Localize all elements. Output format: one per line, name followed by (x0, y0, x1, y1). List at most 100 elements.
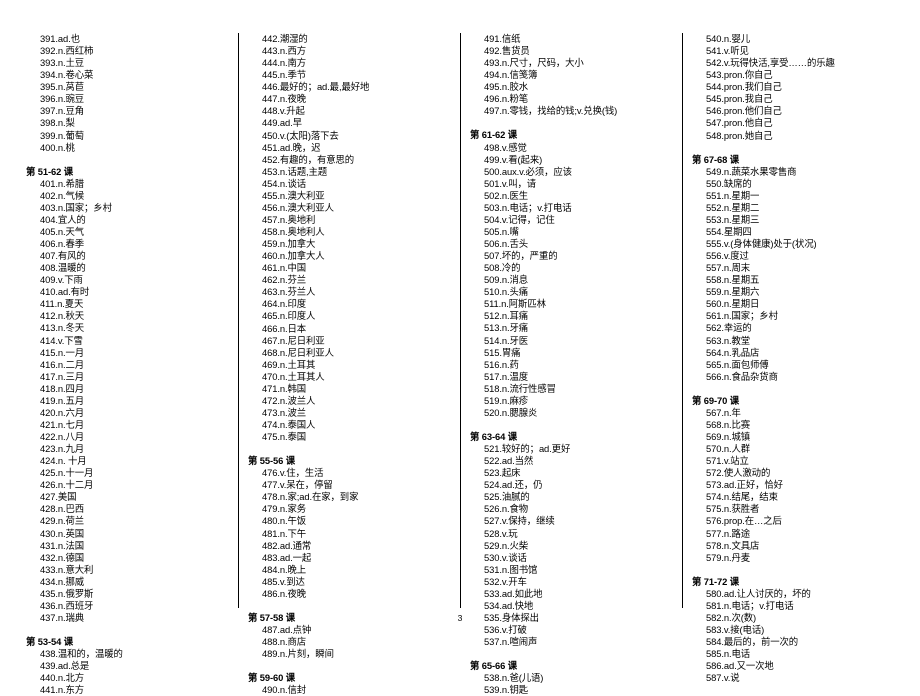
vocab-entry: 407.有风的 (40, 250, 86, 262)
vocab-entry: 506.n.舌头 (484, 238, 529, 250)
vocab-entry: 391.ad.也 (40, 33, 80, 44)
vocab-entry: 528.v.玩 (484, 527, 518, 539)
vocab-entry: 418.n.四月 (40, 382, 85, 394)
vocab-entry: 492.售货员 (484, 45, 530, 57)
vocab-entry: 460.n.加拿大人 (262, 250, 325, 262)
vocab-entry: 540.n.婴儿 (706, 33, 751, 44)
vocab-entry: 425.n.十一月 (40, 467, 94, 479)
vocab-entry: 400.n.桃 (40, 141, 75, 153)
vocab-entry: 586.ad.又一次地 (706, 660, 774, 672)
page-number: 3 (457, 613, 463, 623)
vocab-entry: 488.n.商店 (262, 636, 307, 648)
vocab-entry: 414.v.下雪 (40, 334, 83, 346)
vocab-entry: 550.缺席的 (706, 177, 752, 189)
vocab-entry: 458.n.奥地利人 (262, 226, 325, 237)
vocab-entry: 529.n.火柴 (484, 539, 529, 551)
vocab-entry: 447.n.夜晚 (262, 93, 307, 105)
vocab-entry: 520.n.腮腺炎 (484, 406, 538, 418)
vocab-entry: 484.n.晚上 (262, 563, 307, 575)
vocab-entry: 427.美国 (40, 491, 77, 503)
vocab-entry: 429.n.荷兰 (40, 515, 85, 527)
vocab-entry: 541.v.听见 (706, 45, 749, 57)
vocab-entry: 558.n.星期五 (706, 274, 760, 286)
vocab-entry: 409.v.下雨 (40, 274, 83, 286)
vocab-entry: 544.pron.我们自己 (706, 81, 782, 93)
vocab-entry: 538.n.爸(儿语) (484, 672, 544, 684)
lesson-heading: 第 61-62 课 (470, 129, 518, 141)
vocab-entry: 496.n.粉笔 (484, 93, 529, 105)
vocab-entry: 579.n.丹麦 (706, 551, 751, 563)
vocab-entry: 392.n.西红柿 (40, 45, 94, 57)
vocab-entry: 547.pron.他自己 (706, 117, 773, 129)
vocab-entry: 475.n.泰国 (262, 431, 307, 443)
vocab-entry: 493.n.尺寸，尺码，大小 (484, 57, 584, 69)
vocab-entry: 403.n.国家；乡村 (40, 201, 112, 213)
vocab-entry: 480.n.午饭 (262, 515, 307, 527)
vocab-entry: 422.n.八月 (40, 431, 85, 443)
lesson-heading: 第 63-64 课 (470, 431, 518, 443)
vocab-entry: 548.pron.她自己 (706, 129, 773, 141)
vocab-entry: 530.v.谈话 (484, 551, 527, 563)
vocab-entry: 498.v.感觉 (484, 141, 527, 153)
vocab-entry: 393.n.土豆 (40, 57, 85, 69)
vocab-entry: 536.v.打破 (484, 624, 527, 636)
vocab-entry: 469.n.土耳其 (262, 358, 316, 370)
vocab-entry: 478.n.家;ad.在家，到家 (262, 491, 359, 503)
vocab-entry: 559.n.星期六 (706, 286, 760, 298)
vocab-entry: 571.v.站立 (706, 455, 749, 467)
vocab-entry: 543.pron.你自己 (706, 69, 773, 81)
vocab-entry: 489.n.片刻，瞬间 (262, 648, 334, 660)
vocab-entry: 467.n.尼日利亚 (262, 334, 325, 346)
vocab-entry: 497.n.零钱，找给的钱;v.兑换(钱) (484, 105, 618, 117)
vocab-entry: 461.n.中国 (262, 262, 307, 274)
vocab-entry: 423.n.九月 (40, 443, 85, 455)
vocab-entry: 474.n.泰国人 (262, 419, 316, 430)
vocab-entry: 505.n.嘴 (484, 225, 519, 237)
vocab-entry: 502.n.医生 (484, 189, 529, 201)
lesson-heading: 第 51-62 课 (26, 165, 74, 177)
vocab-entry: 432.n.德国 (40, 551, 85, 563)
lesson-heading: 第 55-56 课 (248, 455, 296, 467)
vocab-entry: 477.v.呆在，停留 (262, 479, 333, 491)
vocab-entry: 444.n.南方 (262, 57, 307, 69)
vocab-entry: 534.ad.快地 (484, 599, 534, 611)
vocab-entry: 401.n.希腊 (40, 177, 85, 189)
vocab-entry: 508.冷的 (484, 262, 521, 274)
vocab-entry: 514.n.牙医 (484, 334, 529, 346)
vocab-entry: 395.n.莴苣 (40, 81, 85, 93)
vocab-entry: 428.n.巴西 (40, 503, 85, 515)
vocab-entry: 399.n.葡萄 (40, 129, 85, 141)
vocab-entry: 462.n.芬兰 (262, 274, 307, 286)
vocab-entry: 394.n.卷心菜 (40, 69, 94, 81)
vocab-entry: 430.n.英国 (40, 527, 85, 539)
vocab-entry: 576.prop.在…之后 (706, 515, 782, 527)
vocab-entry: 456.n.澳大利亚人 (262, 201, 334, 213)
vocab-entry: 581.n.电话；v.打电话 (706, 599, 794, 611)
vocab-entry: 523.起床 (484, 467, 521, 479)
vocab-entry: 577.n.路途 (706, 527, 751, 539)
vocab-entry: 524.ad.还，仍 (484, 479, 543, 491)
vocab-entry: 472.n.波兰人 (262, 394, 316, 406)
vocab-entry: 575.n.获胜者 (706, 503, 760, 515)
vocab-entry: 500.aux.v.必须，应该 (484, 165, 572, 177)
vocab-entry: 439.ad.总是 (40, 660, 90, 672)
vocab-entry: 573.ad.正好，恰好 (706, 479, 783, 491)
vocab-entry: 459.n.加拿大 (262, 238, 316, 250)
vocab-entry: 587.v.说 (706, 672, 740, 684)
vocab-entry: 406.n.春季 (40, 238, 85, 250)
vocab-entry: 545.pron.我自己 (706, 93, 773, 105)
vocab-entry: 466.n.日本 (262, 322, 307, 334)
vocab-entry: 512.n.耳痛 (484, 310, 529, 322)
vocab-entry: 510.n.头痛 (484, 286, 529, 298)
vocab-entry: 479.n.家务 (262, 503, 307, 515)
vocab-entry: 491.信纸 (484, 33, 521, 44)
vocab-entry: 453.n.话题,主题 (262, 165, 328, 177)
vocab-entry: 405.n.天气 (40, 225, 85, 237)
vocab-entry: 527.v.保持，继续 (484, 515, 555, 527)
vocab-entry: 568.n.比赛 (706, 418, 751, 430)
vocab-entry: 436.n.西班牙 (40, 599, 94, 611)
vocab-entry: 421.n.七月 (40, 418, 85, 430)
vocab-entry: 561.n.国家；乡村 (706, 310, 778, 322)
vocab-entry: 495.n.胶水 (484, 81, 529, 93)
vocab-entry: 537.n.喧闹声 (484, 636, 538, 648)
